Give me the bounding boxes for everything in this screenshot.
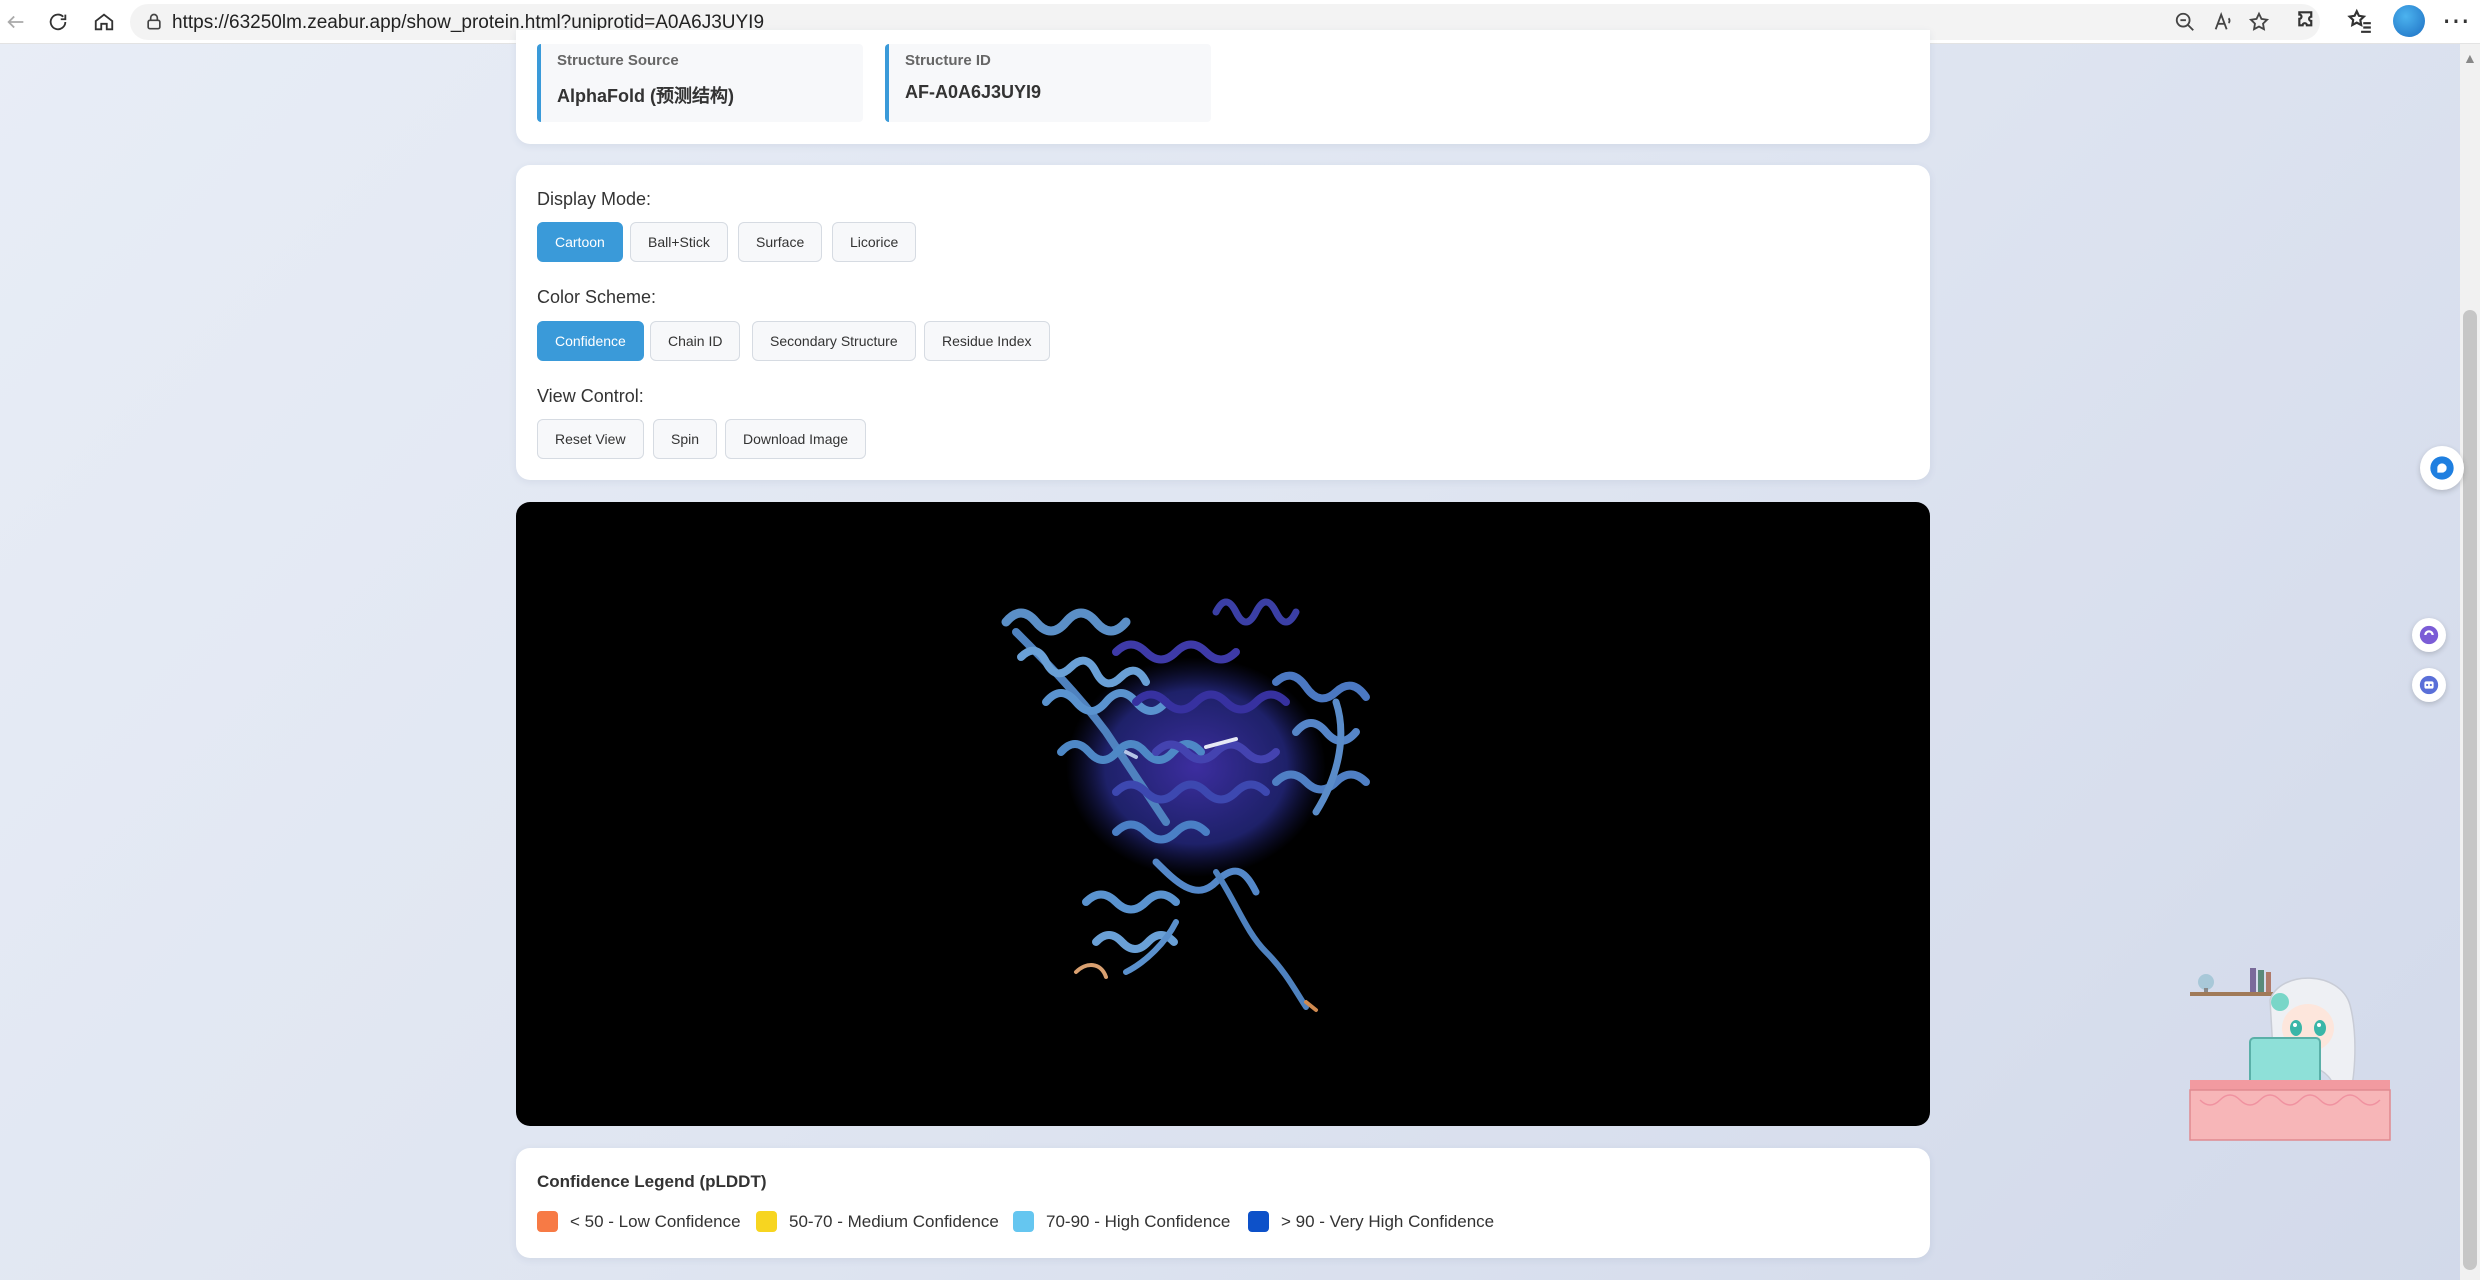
protein-structure-render[interactable] [516, 502, 1930, 1126]
refresh-icon[interactable] [42, 6, 74, 38]
display-mode-label: Display Mode: [537, 189, 652, 209]
color-scheme-residue-index-button[interactable]: Residue Index [924, 321, 1050, 361]
reset-view-button[interactable]: Reset View [537, 419, 644, 459]
zoom-out-icon[interactable] [2174, 11, 2196, 33]
read-aloud-icon[interactable] [2212, 11, 2234, 33]
translate-icon[interactable] [2412, 618, 2446, 652]
legend-label-very-high: > 90 - Very High Confidence [1281, 1211, 1495, 1231]
spin-button[interactable]: Spin [653, 419, 718, 459]
favorite-star-icon[interactable] [2248, 11, 2270, 33]
color-scheme-confidence-button[interactable]: Confidence [537, 321, 644, 361]
scroll-up-arrow-icon[interactable]: ▲ [2463, 50, 2477, 66]
lock-icon[interactable] [144, 12, 164, 32]
legend-label-low: < 50 - Low Confidence [570, 1211, 741, 1231]
viewer-controls-card: Display Mode: Cartoon Ball+Stick Surface… [516, 165, 1930, 480]
structure-info-card: Structure Source AlphaFold (预测结构) Struct… [516, 30, 1930, 144]
legend-swatch-very-high [1248, 1211, 1269, 1232]
legend-swatch-high [1013, 1211, 1034, 1232]
display-mode-surface-button[interactable]: Surface [738, 222, 823, 262]
structure-source-label: Structure Source [557, 52, 679, 69]
legend-title: Confidence Legend (pLDDT) [537, 1172, 767, 1191]
more-menu-icon[interactable]: ⋯ [2442, 4, 2471, 37]
favorites-list-icon[interactable] [2347, 8, 2373, 34]
download-image-button[interactable]: Download Image [725, 419, 867, 459]
scrollbar-thumb[interactable] [2463, 310, 2477, 1270]
legend-label-medium: 50-70 - Medium Confidence [789, 1211, 999, 1231]
structure-source-box: Structure Source AlphaFold (预测结构) [537, 44, 863, 122]
robot-assistant-icon[interactable] [2412, 668, 2446, 702]
structure-id-value: AF-A0A6J3UYI9 [905, 82, 1042, 102]
legend-item-medium: 50-70 - Medium Confidence [756, 1211, 999, 1232]
profile-avatar[interactable] [2393, 5, 2425, 37]
chat-assistant-icon[interactable] [2420, 446, 2464, 490]
legend-item-low: < 50 - Low Confidence [537, 1211, 741, 1232]
legend-item-very-high: > 90 - Very High Confidence [1248, 1211, 1494, 1232]
structure-source-value: AlphaFold (预测结构) [557, 86, 734, 106]
color-scheme-label: Color Scheme: [537, 287, 657, 307]
legend-item-high: 70-90 - High Confidence [1013, 1211, 1230, 1232]
color-scheme-secondary-structure-button[interactable]: Secondary Structure [752, 321, 916, 361]
mascot-character-illustration[interactable] [2180, 960, 2400, 1160]
display-mode-licorice-button[interactable]: Licorice [832, 222, 917, 262]
legend-swatch-low [537, 1211, 558, 1232]
protein-3d-viewer[interactable] [516, 502, 1930, 1126]
color-scheme-chain-id-button[interactable]: Chain ID [650, 321, 741, 361]
back-arrow-icon[interactable] [0, 6, 32, 38]
structure-id-label: Structure ID [905, 52, 991, 69]
confidence-legend-card: Confidence Legend (pLDDT) < 50 - Low Con… [516, 1148, 1930, 1258]
structure-id-box: Structure ID AF-A0A6J3UYI9 [885, 44, 1211, 122]
extensions-icon[interactable] [2295, 8, 2321, 34]
view-control-label: View Control: [537, 386, 644, 406]
legend-label-high: 70-90 - High Confidence [1046, 1211, 1231, 1231]
legend-swatch-medium [756, 1211, 777, 1232]
display-mode-cartoon-button[interactable]: Cartoon [537, 222, 623, 262]
home-icon[interactable] [88, 6, 120, 38]
display-mode-ball-stick-button[interactable]: Ball+Stick [630, 222, 728, 262]
